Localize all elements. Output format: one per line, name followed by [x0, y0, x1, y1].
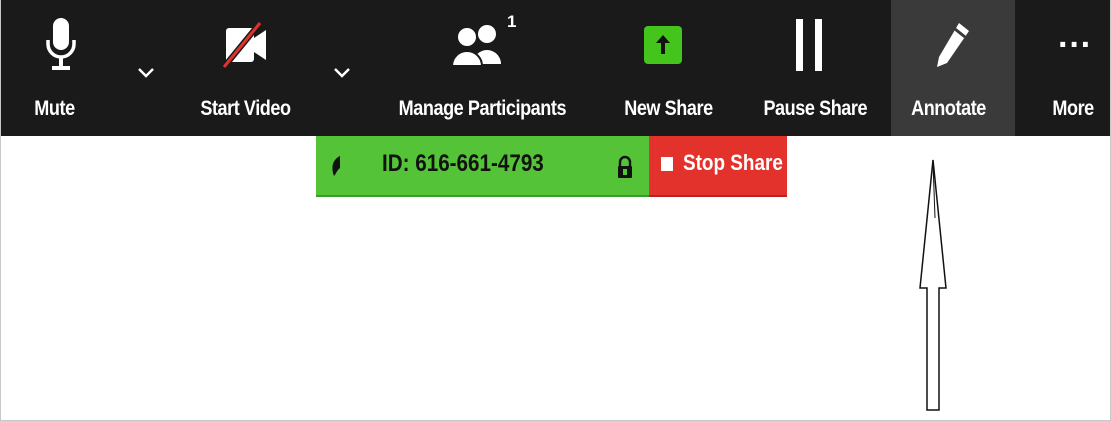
manage-participants-button[interactable]: 1 Manage Participants	[383, 0, 583, 136]
more-label: More	[1052, 97, 1094, 120]
upload-arrow-icon	[639, 14, 687, 76]
share-status-bar: ID: 616-661-4793 Stop Share	[316, 136, 787, 197]
pause-share-label: Pause Share	[763, 97, 868, 120]
meeting-id-panel[interactable]: ID: 616-661-4793	[316, 136, 649, 197]
video-options-caret[interactable]	[329, 62, 355, 88]
lock-icon	[616, 154, 634, 185]
ellipsis-icon: ···	[1058, 25, 1092, 64]
video-off-icon	[217, 14, 273, 76]
microphone-icon	[39, 14, 83, 76]
meeting-toolbar: Mute Start Video 1 Manage Participants N…	[1, 0, 1110, 136]
manage-participants-label: Manage Participants	[398, 97, 567, 120]
mute-button[interactable]: Mute	[23, 0, 99, 136]
pause-share-button[interactable]: Pause Share	[751, 0, 868, 136]
stop-share-label: Stop Share	[683, 150, 783, 175]
new-share-button[interactable]: New Share	[613, 0, 713, 136]
share-status-icon	[328, 154, 344, 183]
up-arrow-annotation	[913, 158, 953, 419]
annotate-label: Annotate	[911, 97, 986, 120]
stop-share-button[interactable]: Stop Share	[649, 136, 787, 197]
new-share-label: New Share	[624, 97, 713, 120]
more-button[interactable]: ··· More	[1041, 0, 1111, 136]
stop-square-icon	[661, 157, 673, 171]
audio-options-caret[interactable]	[133, 62, 159, 88]
pause-icon	[787, 14, 831, 76]
pencil-icon	[929, 14, 977, 76]
start-video-label: Start Video	[200, 97, 291, 120]
start-video-button[interactable]: Start Video	[187, 0, 299, 136]
participants-icon	[447, 14, 511, 76]
chevron-down-icon	[333, 66, 351, 84]
participant-count-badge: 1	[507, 12, 517, 31]
meeting-id: ID: 616-661-4793	[382, 150, 544, 177]
mute-label: Mute	[34, 97, 75, 120]
annotate-button[interactable]: Annotate	[891, 0, 1015, 136]
chevron-down-icon	[137, 66, 155, 84]
